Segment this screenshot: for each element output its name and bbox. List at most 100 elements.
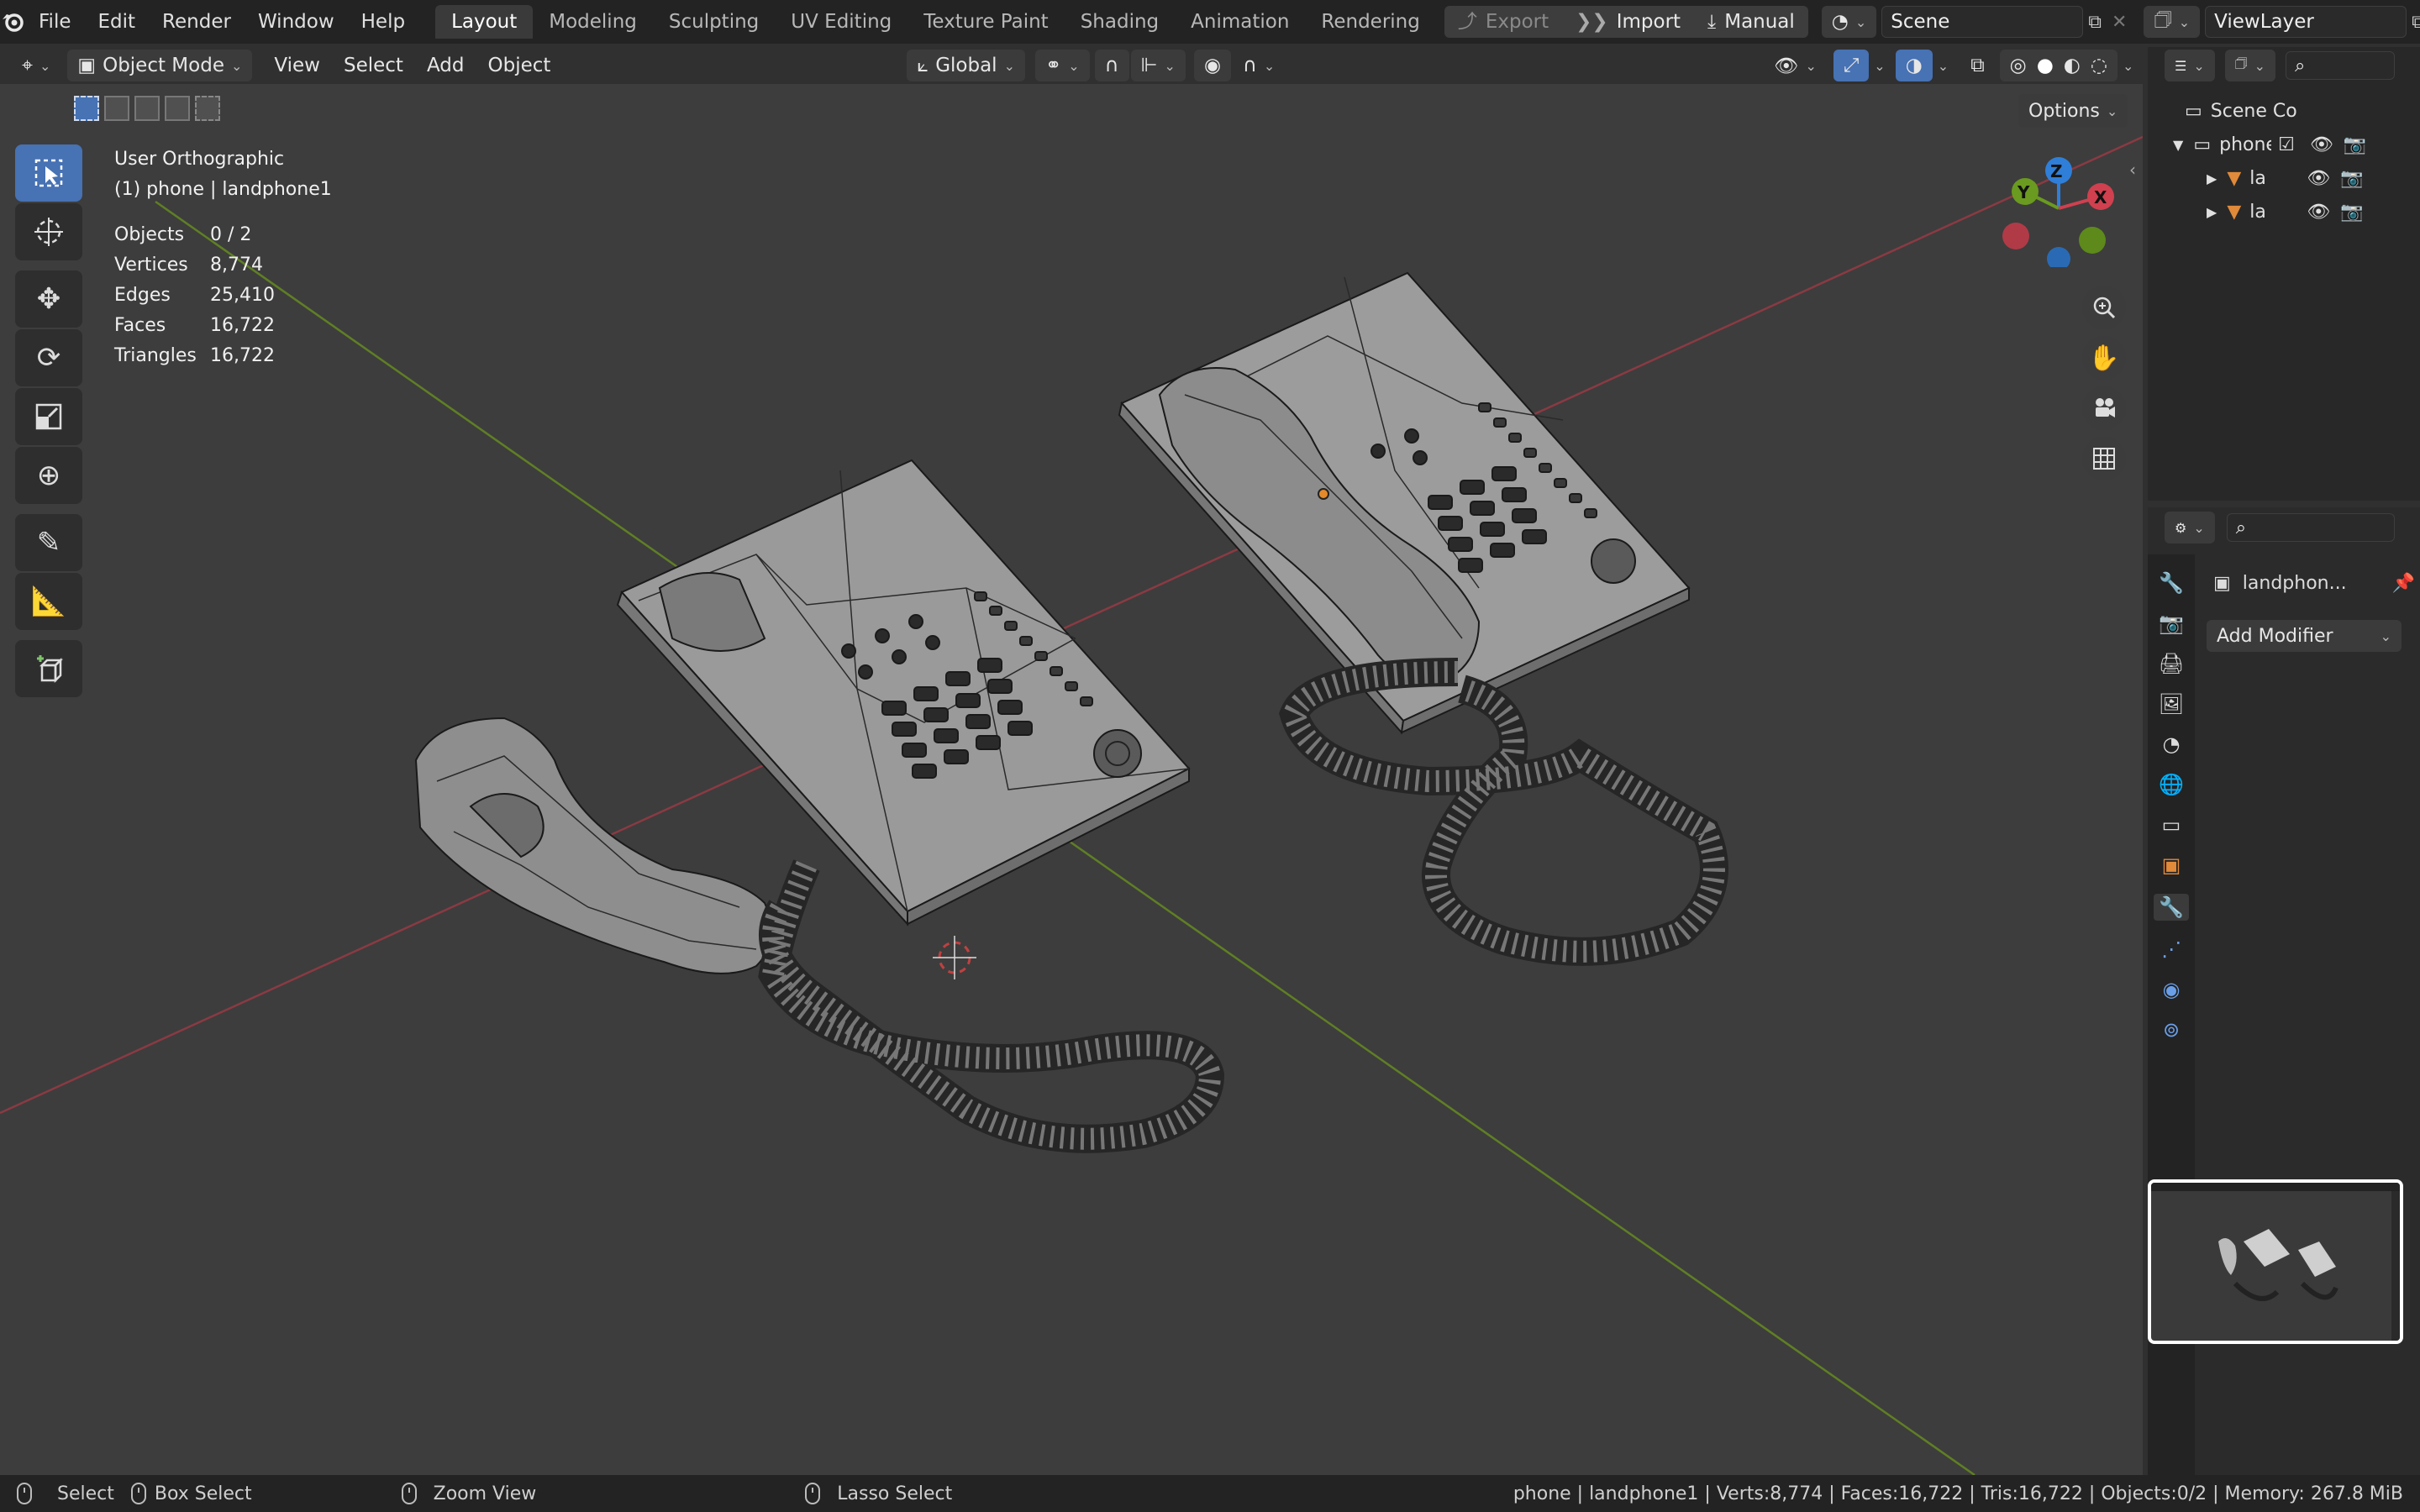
world-properties-icon[interactable]: 🌐 xyxy=(2159,773,2184,796)
pivot-dropdown[interactable]: ⚭ ⌄ xyxy=(1034,50,1090,81)
scale-tool-icon[interactable] xyxy=(15,388,82,445)
collection-properties-icon[interactable]: ▭ xyxy=(2162,813,2181,837)
scene-name-field[interactable]: Scene xyxy=(1881,6,2084,38)
select-intersect-icon[interactable] xyxy=(195,96,220,121)
outliner-collection-phone[interactable]: ▼ ▭ phone ☑ 👁 📷 xyxy=(2173,128,2420,161)
select-subtract-icon[interactable] xyxy=(134,96,160,121)
modifier-properties-icon[interactable]: 🔧 xyxy=(2154,894,2189,921)
viewlayer-browse-button[interactable]: 🗇 ⌄ xyxy=(2144,6,2201,38)
menu-object[interactable]: Object xyxy=(476,55,562,76)
overlay-toggle[interactable]: ◑ xyxy=(1895,50,1933,81)
export-button[interactable]: ⤴ Export xyxy=(1444,6,1562,38)
scene-properties-icon[interactable]: ◔ xyxy=(2163,732,2181,756)
menu-view[interactable]: View xyxy=(262,55,332,76)
menu-edit[interactable]: Edit xyxy=(85,0,150,44)
outliner-object-row[interactable]: ▶ ▼ la 👁 📷 xyxy=(2207,195,2420,228)
gizmo-dropdown[interactable]: ⌄ xyxy=(1869,50,1890,81)
pin-icon[interactable]: 📌 xyxy=(2392,573,2415,594)
outliner-scene-collection[interactable]: ▭ Scene Co xyxy=(2185,94,2420,128)
shading-dropdown[interactable]: ⌄ xyxy=(2118,50,2139,81)
landphone-right[interactable] xyxy=(1118,271,1728,966)
select-new-icon[interactable] xyxy=(74,96,99,121)
material-shading-icon[interactable]: ◐ xyxy=(2064,55,2081,76)
menu-file[interactable]: File xyxy=(25,0,85,44)
menu-render[interactable]: Render xyxy=(149,0,245,44)
output-properties-icon[interactable]: 🖨 xyxy=(2159,652,2184,675)
display-mode-button[interactable]: 🗇 ⌄ xyxy=(2224,50,2275,81)
render-camera-icon[interactable]: 📷 xyxy=(2340,202,2363,223)
annotate-tool-icon[interactable]: ✎ xyxy=(15,514,82,571)
add-modifier-dropdown[interactable]: Add Modifier ⌄ xyxy=(2207,620,2402,652)
eye-icon[interactable]: 👁 xyxy=(2307,168,2330,189)
measure-tool-icon[interactable]: 📐 xyxy=(15,573,82,630)
manual-button[interactable]: ⤓ Manual xyxy=(1694,6,1808,38)
solid-shading-icon[interactable]: ● xyxy=(2037,55,2054,76)
editor-type-button[interactable]: ⌖ ⌄ xyxy=(12,50,60,81)
grid-ortho-icon[interactable] xyxy=(2082,437,2126,480)
properties-search-input[interactable]: ⌕ xyxy=(2226,513,2395,542)
object-properties-icon[interactable]: ▣ xyxy=(2162,853,2181,877)
options-dropdown[interactable]: Options ⌄ xyxy=(2018,94,2128,128)
select-box-tool-icon[interactable] xyxy=(15,144,82,202)
camera-icon[interactable] xyxy=(2082,386,2126,430)
transform-tool-icon[interactable]: ⊕ xyxy=(15,447,82,504)
pan-hand-icon[interactable]: ✋ xyxy=(2082,336,2126,380)
object-mode-dropdown[interactable]: ▣ Object Mode ⌄ xyxy=(67,50,253,81)
render-camera-icon[interactable]: 📷 xyxy=(2344,134,2366,155)
tab-uv-editing[interactable]: UV Editing xyxy=(775,5,908,39)
rendered-shading-icon[interactable]: ◌ xyxy=(2091,55,2107,76)
properties-editor-button[interactable]: ⚙ ⌄ xyxy=(2165,512,2215,543)
proportional-toggle[interactable]: ◉ xyxy=(1193,50,1232,81)
3d-cursor-icon[interactable] xyxy=(933,936,976,979)
menu-window[interactable]: Window xyxy=(245,0,348,44)
rotate-tool-icon[interactable]: ⟳ xyxy=(15,329,82,386)
zoom-icon[interactable] xyxy=(2082,286,2126,329)
blender-logo-icon[interactable] xyxy=(0,0,25,44)
tool-settings-icon[interactable]: 🔧 xyxy=(2159,571,2184,595)
exclude-checkbox[interactable]: ☑ xyxy=(2278,134,2295,155)
snap-dropdown[interactable]: ⊩ ⌄ xyxy=(1130,50,1186,81)
move-tool-icon[interactable]: ✥ xyxy=(15,270,82,328)
select-invert-icon[interactable] xyxy=(165,96,190,121)
outliner-editor-button[interactable]: ☰ ⌄ xyxy=(2165,50,2215,81)
expand-icon[interactable]: ▶ xyxy=(2207,204,2217,220)
constraints-icon[interactable]: ⊚ xyxy=(2163,1018,2180,1042)
gizmo-toggle[interactable]: ⤢ xyxy=(1833,50,1870,81)
snap-toggle[interactable]: ∩ xyxy=(1094,50,1129,81)
menu-add[interactable]: Add xyxy=(415,55,476,76)
close-scene-icon[interactable]: ✕ xyxy=(2112,12,2127,33)
render-properties-icon[interactable]: 📷 xyxy=(2159,612,2184,635)
cursor-tool-icon[interactable] xyxy=(15,203,82,260)
overlay-dropdown[interactable]: ⌄ xyxy=(1933,50,1954,81)
add-cube-tool-icon[interactable] xyxy=(15,640,82,697)
visibility-dropdown[interactable]: 👁 ⌄ xyxy=(1764,50,1827,81)
falloff-dropdown[interactable]: ∩ ⌄ xyxy=(1233,50,1285,81)
new-scene-icon[interactable]: ⧉ xyxy=(2088,12,2102,33)
render-camera-icon[interactable]: 📷 xyxy=(2340,168,2363,189)
tab-layout[interactable]: Layout xyxy=(435,5,534,39)
eye-icon[interactable]: 👁 xyxy=(2310,134,2333,155)
tab-animation[interactable]: Animation xyxy=(1175,5,1305,39)
sidebar-collapse-icon[interactable]: ‹ xyxy=(2129,160,2136,180)
menu-help[interactable]: Help xyxy=(348,0,418,44)
scene-browse-button[interactable]: ◔ ⌄ xyxy=(1821,6,1877,38)
screenshot-thumbnail[interactable] xyxy=(2148,1179,2403,1344)
transform-orientation-dropdown[interactable]: ⟀ Global ⌄ xyxy=(907,50,1025,81)
viewlayer-name-field[interactable]: ViewLayer xyxy=(2205,6,2407,38)
shading-modes[interactable]: ◎ ● ◐ ◌ xyxy=(1999,50,2118,81)
xray-toggle[interactable]: ⧉ xyxy=(1960,50,1994,81)
landphone-left[interactable] xyxy=(414,459,1225,1153)
select-extend-icon[interactable] xyxy=(104,96,129,121)
tab-rendering[interactable]: Rendering xyxy=(1305,5,1435,39)
particles-icon[interactable]: ⋰ xyxy=(2161,937,2181,961)
expand-icon[interactable]: ▼ xyxy=(2173,137,2183,153)
physics-icon[interactable]: ◉ xyxy=(2163,978,2181,1001)
tab-modeling[interactable]: Modeling xyxy=(533,5,653,39)
tab-shading[interactable]: Shading xyxy=(1065,5,1175,39)
outliner-object-row[interactable]: ▶ ▼ la 👁 📷 xyxy=(2207,161,2420,195)
menu-select[interactable]: Select xyxy=(332,55,415,76)
expand-icon[interactable]: ▶ xyxy=(2207,171,2217,186)
eye-icon[interactable]: 👁 xyxy=(2307,202,2330,223)
tab-texture-paint[interactable]: Texture Paint xyxy=(908,5,1064,39)
tab-sculpting[interactable]: Sculpting xyxy=(653,5,775,39)
